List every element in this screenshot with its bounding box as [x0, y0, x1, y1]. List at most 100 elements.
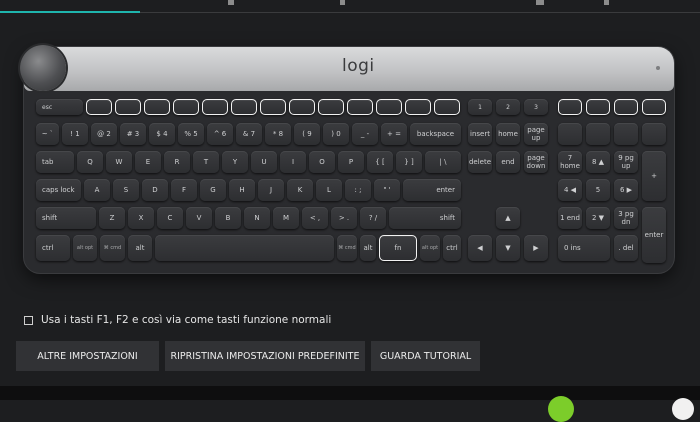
key-v[interactable]: V [186, 207, 212, 229]
key-e[interactable]: E [135, 151, 161, 173]
key-num-5[interactable]: 5 [586, 179, 610, 201]
key-z[interactable]: Z [99, 207, 125, 229]
key-f[interactable]: F [171, 179, 197, 201]
key-0[interactable]: ) 0 [323, 123, 349, 145]
key-bracket-right[interactable]: } ] [396, 151, 422, 173]
key-2[interactable]: @ 2 [91, 123, 117, 145]
key-num-7[interactable]: 7 home [558, 151, 582, 173]
key-num-enter[interactable]: enter [642, 207, 666, 263]
key-f6-backlight-down-icon[interactable] [231, 99, 257, 115]
key-easy-switch-3[interactable]: 3 [524, 99, 548, 115]
key-tab[interactable]: tab [36, 151, 74, 173]
key-9[interactable]: ( 9 [294, 123, 320, 145]
key-slash[interactable]: ? / [360, 207, 386, 229]
key-u[interactable]: U [251, 151, 277, 173]
key-easy-switch-1[interactable]: 1 [468, 99, 492, 115]
key-comma[interactable]: < , [302, 207, 328, 229]
key-w[interactable]: W [106, 151, 132, 173]
key-num-4[interactable]: 4 ◀ [558, 179, 582, 201]
key-arrow-right-icon[interactable]: ▶ [524, 235, 548, 261]
key-insert[interactable]: insert [468, 123, 492, 145]
key-fn[interactable]: fn [379, 235, 417, 261]
key-shift-left[interactable]: shift [36, 207, 96, 229]
key-g[interactable]: G [200, 179, 226, 201]
key-lock-icon[interactable] [642, 99, 666, 115]
key-period[interactable]: > . [331, 207, 357, 229]
key-minus[interactable]: _ - [352, 123, 378, 145]
key-f1-brightness-down-icon[interactable] [86, 99, 112, 115]
key-c[interactable]: C [157, 207, 183, 229]
key-screenshot-icon[interactable] [586, 99, 610, 115]
key-f12-volume-down-icon[interactable] [405, 99, 431, 115]
key-context-menu-icon[interactable] [614, 99, 638, 115]
key-calculator-icon[interactable] [558, 99, 582, 115]
key-space[interactable] [155, 235, 334, 261]
key-alt-opt-left[interactable]: alt opt [73, 235, 97, 261]
key-j[interactable]: J [258, 179, 284, 201]
key-r[interactable]: R [164, 151, 190, 173]
key-f5-screenshot-icon[interactable] [202, 99, 228, 115]
restore-defaults-button[interactable]: RIPRISTINA IMPOSTAZIONI PREDEFINITE [165, 341, 365, 371]
key-x[interactable]: X [128, 207, 154, 229]
key-volume-up-icon[interactable] [434, 99, 460, 115]
key-f7-backlight-up-icon[interactable] [260, 99, 286, 115]
key-7[interactable]: & 7 [236, 123, 262, 145]
key-i[interactable]: I [280, 151, 306, 173]
key-s[interactable]: S [113, 179, 139, 201]
key-num-multiply[interactable] [614, 123, 638, 145]
key-easy-switch-2[interactable]: 2 [496, 99, 520, 115]
key-l[interactable]: L [316, 179, 342, 201]
key-caps-lock[interactable]: caps lock [36, 179, 81, 201]
key-backspace[interactable]: backspace [410, 123, 461, 145]
key-arrow-left-icon[interactable]: ◀ [468, 235, 492, 261]
key-backslash[interactable]: | \ [425, 151, 461, 173]
key-esc[interactable]: esc [36, 99, 83, 115]
key-num-0[interactable]: 0 ins [558, 235, 610, 261]
key-num-6[interactable]: 6 ▶ [614, 179, 638, 201]
key-quote[interactable]: " ' [374, 179, 400, 201]
watch-tutorial-button[interactable]: GUARDA TUTORIAL [371, 341, 480, 371]
key-shift-right[interactable]: shift [389, 207, 461, 229]
key-f2-brightness-up-icon[interactable] [115, 99, 141, 115]
key-f11-mute-icon[interactable] [376, 99, 402, 115]
key-a[interactable]: A [84, 179, 110, 201]
key-n[interactable]: N [244, 207, 270, 229]
key-arrow-down-icon[interactable]: ▼ [496, 235, 520, 261]
key-o[interactable]: O [309, 151, 335, 173]
key-p[interactable]: P [338, 151, 364, 173]
key-semicolon[interactable]: : ; [345, 179, 371, 201]
key-num-2[interactable]: 2 ▼ [586, 207, 610, 229]
key-alt-right[interactable]: alt [360, 235, 376, 261]
key-q[interactable]: Q [77, 151, 103, 173]
key-num-decimal[interactable]: . del [614, 235, 638, 261]
key-num-8[interactable]: 8 ▲ [586, 151, 610, 173]
key-home[interactable]: home [496, 123, 520, 145]
key-alt-left[interactable]: alt [128, 235, 152, 261]
key-6[interactable]: ^ 6 [207, 123, 233, 145]
key-f10-next-icon[interactable] [347, 99, 373, 115]
key-f4-launchpad-icon[interactable] [173, 99, 199, 115]
key-3[interactable]: # 3 [120, 123, 146, 145]
key-1[interactable]: ! 1 [62, 123, 88, 145]
key-y[interactable]: Y [222, 151, 248, 173]
function-keys-option[interactable]: Usa i tasti F1, F2 e così via come tasti… [24, 314, 331, 326]
key-alt-opt-right[interactable]: alt opt [420, 235, 440, 261]
key-page-up[interactable]: page up [524, 123, 548, 145]
key-h[interactable]: H [229, 179, 255, 201]
key-t[interactable]: T [193, 151, 219, 173]
key-b[interactable]: B [215, 207, 241, 229]
key-tilde[interactable]: ~ ` [36, 123, 59, 145]
function-keys-checkbox[interactable] [24, 315, 33, 325]
key-cmd-left[interactable]: ⌘ cmd [100, 235, 125, 261]
key-num-3[interactable]: 3 pg dn [614, 207, 638, 229]
key-equal[interactable]: + = [381, 123, 407, 145]
key-enter[interactable]: enter [403, 179, 461, 201]
key-cmd-right[interactable]: ⌘ cmd [337, 235, 357, 261]
key-f3-task-view-icon[interactable] [144, 99, 170, 115]
key-num-1[interactable]: 1 end [558, 207, 582, 229]
key-k[interactable]: K [287, 179, 313, 201]
key-4[interactable]: $ 4 [149, 123, 175, 145]
key-f9-play-pause-icon[interactable] [318, 99, 344, 115]
key-bracket-left[interactable]: { [ [367, 151, 393, 173]
bottom-help-icon[interactable] [672, 398, 694, 420]
